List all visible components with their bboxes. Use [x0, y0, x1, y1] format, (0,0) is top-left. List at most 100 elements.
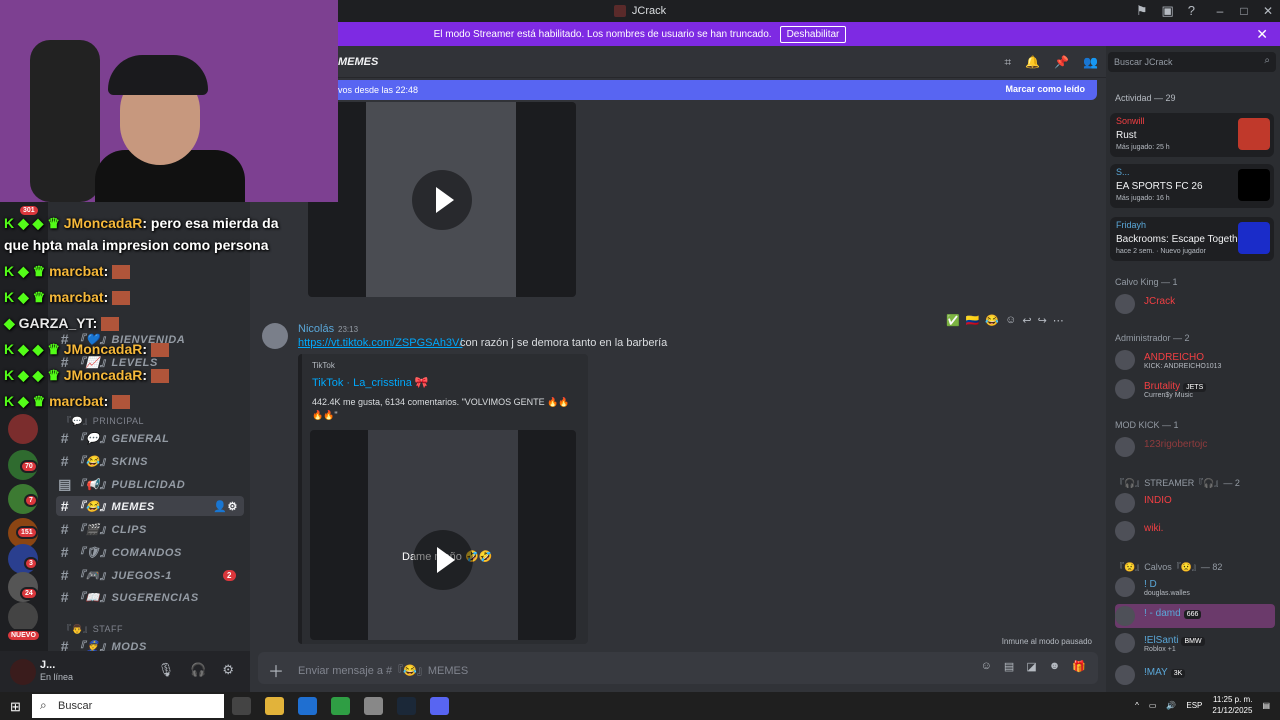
message-time: 23:13	[338, 325, 359, 334]
play-icon[interactable]	[412, 169, 472, 230]
server-icon[interactable]	[8, 414, 38, 444]
volume-icon[interactable]: 🔊	[1166, 701, 1176, 710]
chat-text: que hpta mala impresion como persona	[4, 237, 269, 253]
laugh-reaction-icon[interactable]: 😂	[985, 314, 999, 327]
video-embed[interactable]: Dame moño 🤣🤣	[310, 430, 576, 640]
member-item[interactable]: !MAY 3K	[1115, 663, 1275, 687]
help-icon[interactable]: ?	[1188, 3, 1195, 19]
channel-publicidad[interactable]: ▤ 『📢』PUBLICIDAD	[56, 474, 244, 494]
bell-icon[interactable]: 🔔	[1025, 55, 1040, 70]
threads-icon[interactable]: ⌗	[1004, 55, 1011, 70]
server-icon[interactable]	[8, 602, 38, 632]
flag-reaction-icon[interactable]: 🇨🇴	[966, 314, 980, 327]
check-reaction-icon[interactable]: ✅	[946, 314, 960, 327]
invite-settings-icons[interactable]: 👤⚙	[213, 500, 238, 513]
message-link[interactable]: https://vt.tiktok.com/ZSPGSAh3V/	[298, 337, 462, 349]
discord-icon[interactable]	[430, 697, 449, 715]
embed-provider: TikTok	[312, 361, 335, 370]
more-icon[interactable]: ⋯	[1053, 314, 1064, 327]
channel-clips[interactable]: # 『🎬』CLIPS	[56, 519, 244, 539]
avatar[interactable]	[10, 659, 36, 685]
message-input[interactable]: Enviar mensaje a #『😂』MEMES	[298, 662, 468, 678]
member-item[interactable]: INDIO	[1115, 491, 1275, 515]
member-item[interactable]: !ElSanti BMW Roblox +1	[1115, 631, 1275, 655]
close-banner-icon[interactable]: ✕	[1256, 26, 1268, 43]
app-icon[interactable]: ☺	[981, 660, 992, 673]
sticker-icon[interactable]: ◪	[1026, 660, 1036, 673]
pin-icon[interactable]: 📌	[1054, 55, 1069, 70]
monitor-icon[interactable]: ▣	[1161, 3, 1173, 19]
tray-chevron-icon[interactable]: ^	[1135, 701, 1139, 710]
inbox-icon[interactable]: ⚑	[1136, 3, 1148, 19]
member-item[interactable]: JCrack	[1115, 292, 1275, 316]
close-window-icon[interactable]: ✕	[1256, 4, 1280, 18]
steam-icon[interactable]	[397, 697, 416, 715]
outlook-icon[interactable]	[298, 697, 317, 715]
category-principal[interactable]: 『💬』PRINCIPAL	[62, 414, 144, 427]
activity-card[interactable]: Sonwill Rust Más jugado: 25 h	[1110, 113, 1274, 157]
avatar	[1115, 379, 1135, 399]
members-icon[interactable]: 👥	[1083, 55, 1098, 70]
add-attachment-icon[interactable]: ＋	[268, 658, 284, 682]
channel-juegos[interactable]: # 『🎮』JUEGOS-1 2	[56, 565, 244, 585]
avatar[interactable]	[262, 323, 288, 349]
task-view-icon[interactable]	[232, 697, 251, 715]
minimize-icon[interactable]: –	[1208, 4, 1232, 18]
microphone-icon[interactable]: 🎙	[158, 662, 175, 678]
server-badge: 70	[20, 460, 38, 473]
server-badge: 7	[24, 494, 38, 507]
forward-icon[interactable]: ↪	[1038, 314, 1047, 327]
group-header: MOD KICK — 1	[1115, 420, 1179, 430]
mark-read-button[interactable]: Marcar como leído	[1005, 84, 1085, 94]
channel-memes[interactable]: # 『😂』MEMES 👤⚙	[56, 496, 244, 516]
channel-label: 『🛡』COMANDOS	[74, 547, 182, 559]
member-item[interactable]: ! - damd 666	[1115, 604, 1275, 628]
windows-start-icon[interactable]: ⊞	[10, 699, 21, 715]
taskbar: ⊞ ⌕ Buscar ^ ▭ 🔊 ESP 11:25 p. m. 21/12/2…	[0, 692, 1280, 720]
clock[interactable]: 11:25 p. m. 21/12/2025	[1212, 694, 1252, 716]
channel-general[interactable]: # 『💬』GENERAL	[56, 428, 244, 448]
search-input[interactable]: Buscar JCrack ⌕	[1108, 52, 1276, 72]
network-icon[interactable]: ▭	[1149, 701, 1157, 710]
gift-icon[interactable]: 🎁	[1072, 660, 1086, 673]
chat-text: :	[103, 289, 109, 305]
language-indicator[interactable]: ESP	[1186, 701, 1202, 710]
message-composer[interactable]: ＋ Enviar mensaje a #『😂』MEMES ☺ ▤ ◪ ☻ 🎁	[258, 652, 1098, 684]
member-item[interactable]: ANDREICHO KICK: ANDREICHO1013	[1115, 348, 1275, 372]
notifications-icon[interactable]: ▤	[1262, 701, 1270, 710]
gif-icon[interactable]: ▤	[1004, 660, 1014, 673]
member-item[interactable]: 123rigobertojc	[1115, 435, 1275, 459]
activity-card[interactable]: Fridayh Backrooms: Escape Together hace …	[1110, 217, 1274, 261]
chrome-icon[interactable]	[331, 697, 350, 715]
emoji-icon[interactable]: ☻	[1049, 660, 1061, 673]
maximize-icon[interactable]: □	[1232, 4, 1256, 18]
member-item[interactable]: Brutality JETS Curren$y Music	[1115, 377, 1275, 401]
embed-title[interactable]: TikTok · La_crisstina 🎀	[312, 376, 429, 389]
disable-streamer-button[interactable]: Deshabilitar	[779, 25, 847, 43]
settings-icon[interactable]: ⚙	[222, 662, 234, 678]
video-embed[interactable]	[308, 102, 576, 297]
member-item[interactable]: ! Ddouglas.walles	[1115, 575, 1275, 599]
headphones-icon[interactable]: 🎧	[190, 662, 206, 678]
new-messages-bar[interactable]: vos desde las 22:48 Marcar como leído	[330, 80, 1097, 100]
activity-card[interactable]: S... EA SPORTS FC 26 Más jugado: 16 h	[1110, 164, 1274, 208]
channel-comandos[interactable]: # 『🛡』COMANDOS	[56, 542, 244, 562]
add-reaction-icon[interactable]: ☺	[1005, 314, 1016, 327]
channel-sugerencias[interactable]: # 『📖』SUGERENCIAS	[56, 587, 244, 607]
avatar	[1115, 350, 1135, 370]
taskbar-search-label: Buscar	[58, 700, 93, 712]
app-icon[interactable]	[364, 697, 383, 715]
member-item[interactable]: wiki.	[1115, 519, 1275, 543]
play-icon[interactable]	[413, 530, 473, 591]
member-name-text: ! - damd	[1144, 608, 1181, 619]
message-author[interactable]: Nicolás	[298, 323, 334, 335]
channel-skins[interactable]: # 『😂』SKINS	[56, 451, 244, 471]
chat-emote	[150, 369, 169, 384]
search-placeholder: Buscar JCrack	[1114, 57, 1173, 67]
activity-header[interactable]: Actividad — 29	[1115, 93, 1176, 103]
taskbar-search[interactable]: ⌕ Buscar	[32, 694, 224, 718]
reply-icon[interactable]: ↩	[1022, 314, 1031, 327]
chat-text: :	[92, 315, 98, 331]
file-explorer-icon[interactable]	[265, 697, 284, 715]
category-staff[interactable]: 『👨』STAFF	[62, 622, 123, 635]
